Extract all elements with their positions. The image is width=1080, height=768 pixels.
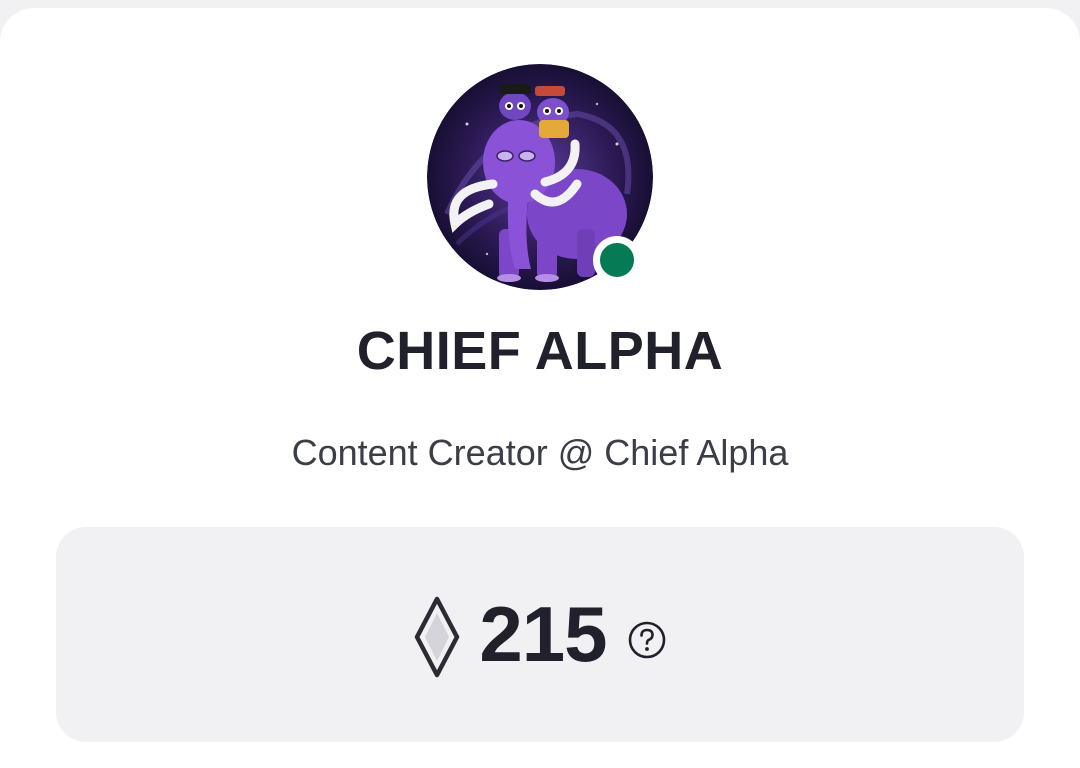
avatar-container[interactable] — [427, 64, 653, 290]
question-circle-icon[interactable] — [627, 620, 667, 660]
profile-card: CHIEF ALPHA Content Creator @ Chief Alph… — [0, 8, 1080, 768]
profile-name: CHIEF ALPHA — [356, 321, 724, 381]
profile-subtitle: Content Creator @ Chief Alpha — [291, 432, 789, 473]
diamond-gem-icon — [415, 596, 460, 677]
points-row: 215 — [56, 527, 1024, 742]
points-value: 215 — [479, 590, 607, 678]
online-status-indicator — [593, 236, 641, 284]
points-panel: 215 — [56, 527, 1024, 742]
